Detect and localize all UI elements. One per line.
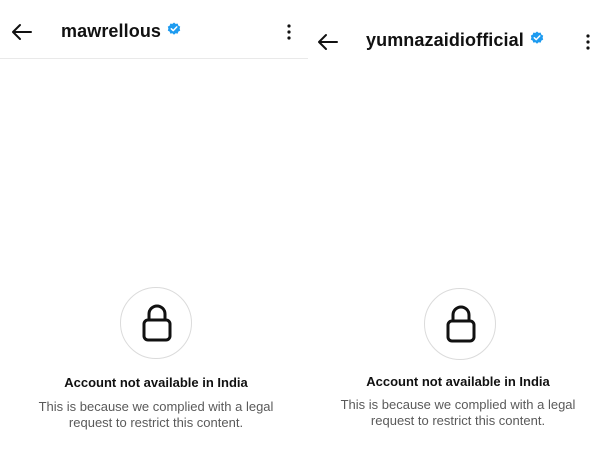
lock-icon [142,304,172,342]
verified-badge-icon [530,31,544,45]
restriction-body: This is because we complied with a legal… [340,397,576,428]
back-button[interactable] [8,18,36,46]
profile-username[interactable]: yumnazaidiofficial [366,30,544,51]
lock-badge [120,287,192,359]
profile-header: mawrellous [0,0,312,59]
back-arrow-icon [12,24,32,40]
lock-badge [424,288,496,360]
back-button[interactable] [314,28,342,56]
more-options-icon [287,24,291,40]
verified-badge-icon [167,22,181,36]
more-options-button[interactable] [578,28,598,56]
username-text: mawrellous [61,21,162,41]
back-arrow-icon [318,34,338,50]
more-options-icon [586,34,590,50]
lock-icon [446,305,476,343]
restriction-body: This is because we complied with a legal… [38,399,274,430]
profile-panel-left: mawrellous Account not available in Indi… [0,0,312,469]
restriction-title: Account not available in India [366,374,550,389]
profile-header: yumnazaidiofficial [308,10,600,68]
profile-panel-right: yumnazaidiofficial Account not available… [308,0,600,469]
username-text: yumnazaidiofficial [366,30,524,50]
restriction-title: Account not available in India [64,375,248,390]
profile-username[interactable]: mawrellous [61,21,181,42]
more-options-button[interactable] [279,18,299,46]
